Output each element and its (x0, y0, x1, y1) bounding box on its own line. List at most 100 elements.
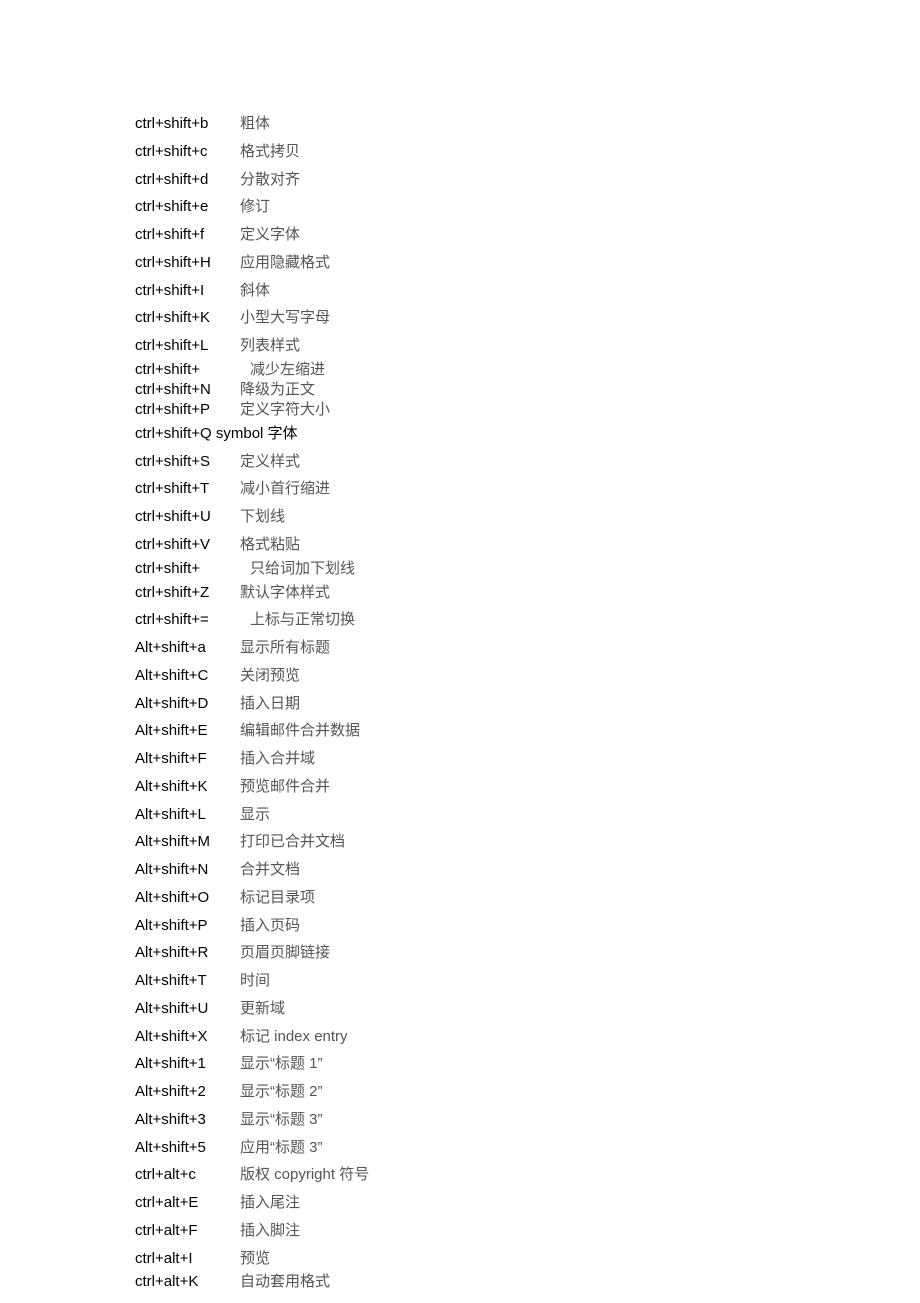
shortcut-row: Alt+shift+P插入页码 (135, 912, 920, 940)
shortcut-row: ctrl+shift+=上标与正常切换 (135, 606, 920, 634)
shortcut-row: Alt+shift+2显示“标题 2” (135, 1078, 920, 1106)
shortcut-row: Alt+shift+C关闭预览 (135, 662, 920, 690)
shortcut-key: ctrl+shift+b (135, 110, 240, 138)
shortcut-row: ctrl+shift+Z默认字体样式 (135, 579, 920, 607)
shortcut-row: ctrl+alt+I预览 (135, 1245, 920, 1273)
shortcut-row: ctrl+shift+K小型大写字母 (135, 304, 920, 332)
shortcut-key: ctrl+alt+K (135, 1272, 240, 1292)
shortcut-key: ctrl+shift+P (135, 400, 240, 420)
shortcut-description: 应用“标题 3” (240, 1134, 323, 1162)
shortcut-row: Alt+shift+5应用“标题 3” (135, 1134, 920, 1162)
shortcut-row: ctrl+shift+e修订 (135, 193, 920, 221)
shortcut-key: ctrl+shift+U (135, 503, 240, 531)
shortcut-description: 格式粘贴 (240, 531, 300, 559)
shortcut-description: 页眉页脚链接 (240, 939, 330, 967)
shortcut-key: ctrl+shift+S (135, 448, 240, 476)
shortcut-key: ctrl+shift+d (135, 166, 240, 194)
shortcut-description: 标记 index entry (240, 1023, 348, 1051)
shortcut-row: Alt+shift+M打印已合并文档 (135, 828, 920, 856)
shortcut-description: 格式拷贝 (240, 138, 300, 166)
shortcut-key: Alt+shift+K (135, 773, 240, 801)
shortcut-row: ctrl+shift+L列表样式 (135, 332, 920, 360)
shortcut-row: ctrl+shift+S定义样式 (135, 448, 920, 476)
shortcut-description: 降级为正文 (240, 380, 315, 400)
shortcut-key: ctrl+shift+L (135, 332, 240, 360)
shortcut-row: ctrl+alt+c版权 copyright 符号 (135, 1161, 920, 1189)
shortcut-key: Alt+shift+F (135, 745, 240, 773)
shortcut-description: 显示所有标题 (240, 634, 330, 662)
shortcut-description: 预览 (240, 1245, 270, 1273)
shortcut-row: ctrl+alt+F插入脚注 (135, 1217, 920, 1245)
shortcut-key: Alt+shift+M (135, 828, 240, 856)
shortcut-key: Alt+shift+R (135, 939, 240, 967)
shortcut-description: 标记目录项 (240, 884, 315, 912)
shortcut-row: Alt+shift+X标记 index entry (135, 1023, 920, 1051)
shortcut-row: Alt+shift+U更新域 (135, 995, 920, 1023)
shortcut-row: Alt+shift+3显示“标题 3” (135, 1106, 920, 1134)
shortcut-key: ctrl+alt+E (135, 1189, 240, 1217)
shortcut-description: 预览邮件合并 (240, 773, 330, 801)
shortcut-key: Alt+shift+X (135, 1023, 240, 1051)
shortcut-row: ctrl+alt+E插入尾注 (135, 1189, 920, 1217)
shortcut-row: Alt+shift+K预览邮件合并 (135, 773, 920, 801)
shortcut-key: ctrl+shift+Z (135, 579, 240, 607)
shortcut-description: 关闭预览 (240, 662, 300, 690)
shortcut-row: Alt+shift+R页眉页脚链接 (135, 939, 920, 967)
shortcut-key: Alt+shift+L (135, 801, 240, 829)
shortcut-key: Alt+shift+T (135, 967, 240, 995)
shortcut-key: ctrl+shift+e (135, 193, 240, 221)
shortcut-key: ctrl+shift+= (135, 606, 240, 634)
shortcut-key: Alt+shift+C (135, 662, 240, 690)
shortcut-row: ctrl+shift+U下划线 (135, 503, 920, 531)
shortcut-row: ctrl+shift+d分散对齐 (135, 166, 920, 194)
shortcut-key: ctrl+shift+Q symbol 字体 (135, 420, 298, 448)
shortcut-description: 合并文档 (240, 856, 300, 884)
shortcut-key: Alt+shift+3 (135, 1106, 240, 1134)
shortcut-description: 分散对齐 (240, 166, 300, 194)
shortcut-description: 插入脚注 (240, 1217, 300, 1245)
shortcut-key: ctrl+shift+f (135, 221, 240, 249)
shortcut-key: ctrl+alt+c (135, 1161, 240, 1189)
shortcut-row: ctrl+shift+V格式粘贴 (135, 531, 920, 559)
shortcut-description: 应用隐藏格式 (240, 249, 330, 277)
shortcut-row: ctrl+shift+H应用隐藏格式 (135, 249, 920, 277)
shortcut-description: 显示“标题 2” (240, 1078, 323, 1106)
shortcut-description: 定义样式 (240, 448, 300, 476)
shortcut-key: Alt+shift+1 (135, 1050, 240, 1078)
shortcut-description: 修订 (240, 193, 270, 221)
shortcut-key: ctrl+shift+I (135, 277, 240, 305)
shortcut-description: 小型大写字母 (240, 304, 330, 332)
shortcut-description: 显示“标题 3” (240, 1106, 323, 1134)
shortcut-description: 打印已合并文档 (240, 828, 345, 856)
shortcut-key: ctrl+alt+F (135, 1217, 240, 1245)
shortcut-description: 定义字符大小 (240, 400, 330, 420)
shortcut-key: ctrl+shift+c (135, 138, 240, 166)
shortcut-key: Alt+shift+2 (135, 1078, 240, 1106)
shortcut-key: ctrl+shift+V (135, 531, 240, 559)
shortcut-key: Alt+shift+5 (135, 1134, 240, 1162)
shortcut-row: ctrl+shift+T减小首行缩进 (135, 475, 920, 503)
shortcut-key: ctrl+shift+T (135, 475, 240, 503)
shortcut-key: Alt+shift+E (135, 717, 240, 745)
shortcut-row: ctrl+shift+I斜体 (135, 277, 920, 305)
shortcut-description: 默认字体样式 (240, 579, 330, 607)
shortcut-key: ctrl+alt+I (135, 1245, 240, 1273)
shortcut-description: 列表样式 (240, 332, 300, 360)
shortcut-row: ctrl+shift+b粗体 (135, 110, 920, 138)
shortcut-key: ctrl+shift+N (135, 380, 240, 400)
shortcut-description: 自动套用格式 (240, 1272, 330, 1292)
shortcut-description: 插入尾注 (240, 1189, 300, 1217)
shortcut-row: Alt+shift+O标记目录项 (135, 884, 920, 912)
shortcut-description: 减少左缩进 (240, 360, 325, 380)
shortcut-key: ctrl+shift+K (135, 304, 240, 332)
shortcut-row: ctrl+shift+只给词加下划线 (135, 559, 920, 579)
shortcut-description: 时间 (240, 967, 270, 995)
shortcut-description: 显示“标题 1” (240, 1050, 323, 1078)
shortcut-description: 更新域 (240, 995, 285, 1023)
shortcut-row: ctrl+shift+c格式拷贝 (135, 138, 920, 166)
shortcut-row: Alt+shift+N合并文档 (135, 856, 920, 884)
shortcut-description: 上标与正常切换 (240, 606, 355, 634)
shortcut-key: Alt+shift+O (135, 884, 240, 912)
shortcut-row: ctrl+shift+N降级为正文 (135, 380, 920, 400)
shortcut-row: Alt+shift+1显示“标题 1” (135, 1050, 920, 1078)
